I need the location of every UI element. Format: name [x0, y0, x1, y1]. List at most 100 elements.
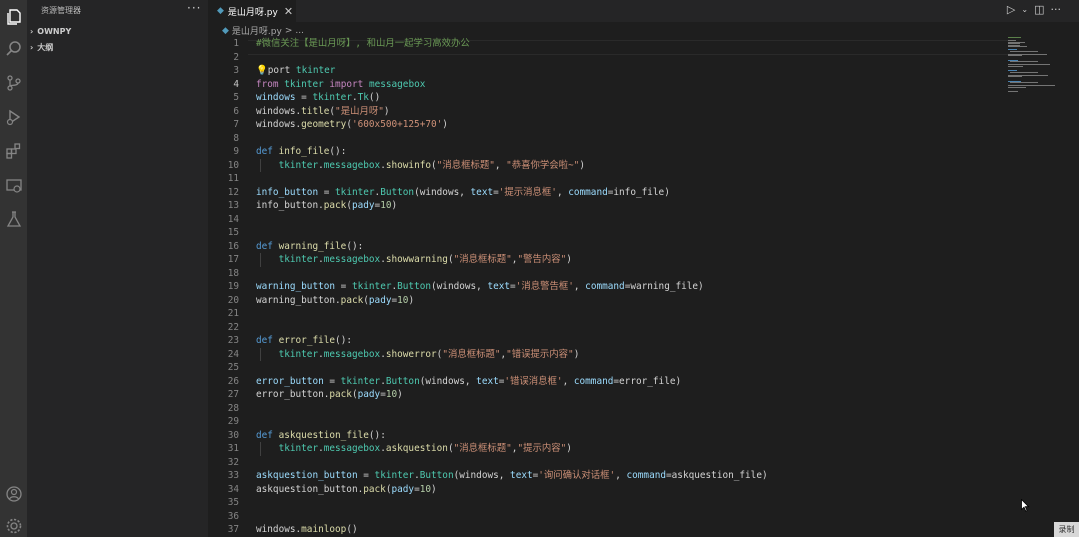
search-icon[interactable]: [3, 38, 24, 59]
editor-area: ◆ 是山月呀.py ✕ ▷ ⌄ ◫ ··· ◆ 是山月呀.py > ... 1 #…: [208, 0, 1079, 537]
code-line[interactable]: 35: [208, 496, 1008, 510]
code-line[interactable]: 26 error_button = tkinter.Button(windows,…: [208, 375, 1008, 389]
code-line[interactable]: 11: [208, 172, 1008, 186]
breadcrumb-separator: >: [284, 25, 293, 36]
account-icon[interactable]: [3, 483, 24, 504]
minimap-line: [1010, 61, 1038, 62]
line-number: 28: [227, 402, 239, 414]
breadcrumb-more[interactable]: ...: [295, 26, 304, 36]
code-line[interactable]: 21: [208, 307, 1008, 321]
code-line[interactable]: 18: [208, 267, 1008, 281]
code-line[interactable]: 19 warning_button = tkinter.Button(window…: [208, 280, 1008, 294]
minimap-line: [1010, 82, 1038, 83]
code-line[interactable]: 8: [208, 132, 1008, 146]
code-line[interactable]: 2: [208, 51, 1008, 65]
source-control-icon[interactable]: [3, 72, 24, 93]
code-line[interactable]: 1 #微信关注【是山月呀】, 和山月一起学习高效办公: [208, 37, 1008, 51]
chevron-right-icon: ›: [30, 43, 34, 52]
run-debug-icon[interactable]: [3, 106, 24, 127]
code-line[interactable]: 14: [208, 213, 1008, 227]
remote-explorer-icon[interactable]: [3, 175, 24, 196]
line-number: 13: [227, 200, 239, 211]
line-number: 33: [227, 470, 239, 481]
line-number: 15: [227, 227, 239, 238]
line-number: 14: [227, 213, 239, 225]
code-line[interactable]: 10 tkinter.messagebox.showinfo("消息框标题", …: [208, 158, 1008, 172]
line-number: 21: [227, 308, 239, 319]
settings-gear-icon[interactable]: [3, 515, 24, 536]
mouse-pointer-icon: [1021, 497, 1030, 516]
code-line[interactable]: 36: [208, 510, 1008, 524]
code-text: def askquestion_file():: [256, 429, 386, 441]
code-line[interactable]: 4 from tkinter import messagebox: [208, 78, 1008, 92]
lightbulb-icon[interactable]: 💡: [256, 65, 268, 76]
code-line[interactable]: 15: [208, 226, 1008, 240]
code-line[interactable]: 27 error_button.pack(pady=10): [208, 388, 1008, 402]
code-line[interactable]: 24 tkinter.messagebox.showerror("消息框标题",…: [208, 347, 1008, 361]
code-line[interactable]: 34 askquestion_button.pack(pady=10): [208, 483, 1008, 497]
split-editor-icon[interactable]: ◫: [1034, 3, 1044, 16]
line-number: 7: [233, 119, 239, 130]
extensions-icon[interactable]: [3, 140, 24, 161]
line-number: 8: [233, 132, 239, 144]
code-line[interactable]: 20 warning_button.pack(pady=10): [208, 294, 1008, 308]
code-text: warning_button.pack(pady=10): [256, 294, 415, 306]
section-outline[interactable]: › 大纲: [30, 42, 53, 53]
line-number: 29: [227, 416, 239, 427]
code-line[interactable]: 22: [208, 321, 1008, 335]
minimap[interactable]: [1008, 37, 1068, 97]
code-line[interactable]: 9 def info_file():: [208, 145, 1008, 159]
testing-icon[interactable]: [3, 208, 24, 229]
code-text: askquestion_button = tkinter.Button(wind…: [256, 470, 768, 481]
code-line[interactable]: 6 windows.title("是山月呀"): [208, 105, 1008, 119]
chevron-right-icon: ›: [30, 27, 34, 36]
python-file-icon: ◆: [222, 25, 229, 36]
code-text: def warning_file():: [256, 240, 364, 252]
more-actions-icon[interactable]: ···: [187, 1, 201, 15]
code-line[interactable]: 28: [208, 402, 1008, 416]
explorer-icon[interactable]: [3, 6, 24, 27]
activity-bar: [0, 0, 27, 537]
code-line[interactable]: 33 askquestion_button = tkinter.Button(wi…: [208, 469, 1008, 483]
line-number: 5: [233, 92, 239, 103]
section-ownpy[interactable]: › OWNPY: [30, 27, 71, 36]
code-line[interactable]: 23 def error_file():: [208, 334, 1008, 348]
breadcrumb-file[interactable]: 是山月呀.py: [232, 24, 282, 37]
code-line[interactable]: 29: [208, 415, 1008, 429]
code-text: info_button = tkinter.Button(windows, te…: [256, 186, 670, 198]
code-line[interactable]: 7 windows.geometry('600x500+125+70'): [208, 118, 1008, 132]
code-text: tkinter.messagebox.showwarning("消息框标题","…: [278, 254, 572, 265]
code-text: info_button.pack(pady=10): [256, 200, 398, 211]
line-number: 24: [227, 348, 239, 360]
code-line[interactable]: 13 info_button.pack(pady=10): [208, 199, 1008, 213]
minimap-line: [1008, 86, 1026, 88]
chevron-down-icon[interactable]: ⌄: [1021, 5, 1028, 14]
minimap-line: [1008, 65, 1024, 67]
close-icon[interactable]: ✕: [284, 5, 293, 18]
code-line[interactable]: 3 💡port tkinter: [208, 64, 1008, 78]
line-number: 3: [233, 65, 239, 76]
code-text: windows = tkinter.Tk(): [256, 92, 381, 103]
code-line[interactable]: 32: [208, 456, 1008, 470]
code-line[interactable]: 5 windows = tkinter.Tk(): [208, 91, 1008, 105]
code-line[interactable]: 31 tkinter.messagebox.askquestion("消息框标题…: [208, 442, 1008, 456]
vertical-scrollbar[interactable]: [1070, 37, 1079, 537]
code-line[interactable]: 30 def askquestion_file():: [208, 429, 1008, 443]
minimap-line: [1010, 50, 1039, 52]
code-text: #微信关注【是山月呀】, 和山月一起学习高效办公: [256, 38, 470, 49]
code-text: error_button.pack(pady=10): [256, 389, 403, 400]
run-icon[interactable]: ▷: [1007, 3, 1015, 16]
tab-file[interactable]: ◆ 是山月呀.py ✕: [208, 0, 296, 22]
line-number: 32: [227, 456, 239, 468]
code-text: error_button = tkinter.Button(windows, t…: [256, 375, 682, 387]
code-line[interactable]: 37 windows.mainloop(): [208, 523, 1008, 537]
line-number: 20: [227, 294, 239, 306]
line-number: 26: [227, 375, 239, 387]
code-text: def info_file():: [256, 146, 347, 157]
code-line[interactable]: 12 info_button = tkinter.Button(windows, …: [208, 186, 1008, 200]
code-line[interactable]: 16 def warning_file():: [208, 240, 1008, 254]
more-actions-icon[interactable]: ···: [1051, 3, 1062, 16]
code-line[interactable]: 25: [208, 361, 1008, 375]
line-number: 11: [227, 173, 239, 184]
code-line[interactable]: 17 tkinter.messagebox.showwarning("消息框标题…: [208, 253, 1008, 267]
